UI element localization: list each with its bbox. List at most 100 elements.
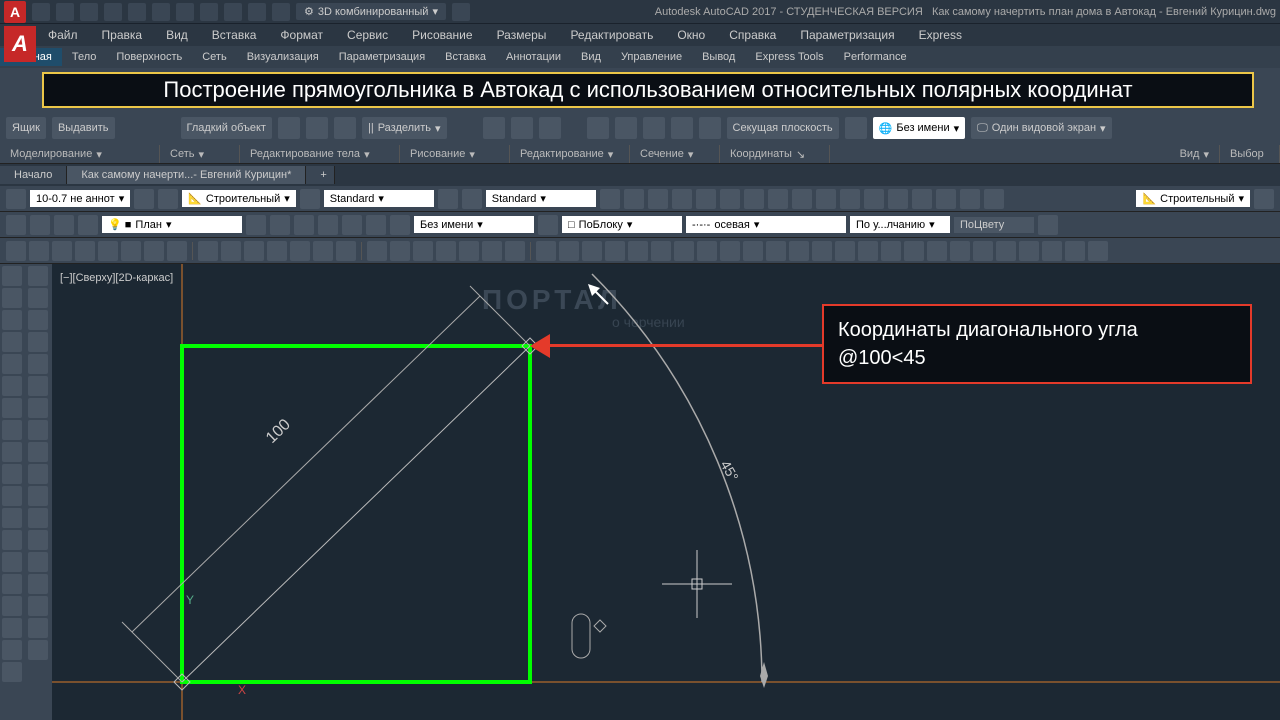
ltb-ic[interactable] [2,618,22,638]
qat-save-icon[interactable] [80,3,98,21]
tab-mesh[interactable]: Сеть [192,48,236,66]
layer-ic1[interactable] [6,215,26,235]
tb-ic[interactable] [52,241,72,261]
ltb-ic[interactable] [2,662,22,682]
ellipse-icon[interactable] [2,376,22,396]
ltb-ic[interactable] [2,552,22,572]
ly-ic[interactable] [342,215,362,235]
panel-draw[interactable]: Рисование ▾ [400,145,510,163]
tb-ic[interactable] [75,241,95,261]
pr-ic[interactable] [888,189,908,209]
ltb2-ic[interactable] [28,574,48,594]
pr-ic[interactable] [936,189,956,209]
tb-ic[interactable] [198,241,218,261]
menu-modify[interactable]: Редактировать [562,26,661,44]
tb-ic[interactable] [973,241,993,261]
split-button[interactable]: || Разделить ▾ [362,117,447,139]
ly-ic[interactable] [390,215,410,235]
menu-express[interactable]: Express [911,26,970,44]
mirror-icon[interactable] [28,354,48,374]
lineweight-combo[interactable]: По у...лчанию ▾ [850,216,950,233]
smooth-button[interactable]: Гладкий объект [181,117,272,139]
linetype-combo[interactable]: -·-·- осевая ▾ [686,216,846,233]
panel-select[interactable]: Выбор [1220,145,1280,163]
tab-perf[interactable]: Performance [834,48,917,66]
ltb2-ic[interactable] [28,508,48,528]
qat-open-icon[interactable] [56,3,74,21]
ribbon-ic12[interactable] [845,117,867,139]
tab-output[interactable]: Вывод [692,48,745,66]
menu-draw[interactable]: Рисование [404,26,480,44]
tab-visualize[interactable]: Визуализация [237,48,329,66]
pr-ic[interactable] [864,189,884,209]
ly-ic[interactable] [270,215,290,235]
panel-view[interactable]: Вид ▾ [830,145,1220,163]
menu-view[interactable]: Вид [158,26,196,44]
pr-ic[interactable] [840,189,860,209]
fillet-icon[interactable] [28,442,48,462]
tb-ic[interactable] [996,241,1016,261]
panel-coords[interactable]: Координаты ↘ [720,145,830,163]
tb-ic[interactable] [651,241,671,261]
ltb2-ic[interactable] [28,552,48,572]
ly-ic[interactable] [246,215,266,235]
ly-ic[interactable] [318,215,338,235]
pr-ic[interactable] [816,189,836,209]
app-menu-icon[interactable]: A [4,26,36,62]
tb-ic[interactable] [390,241,410,261]
rotate-icon[interactable] [28,310,48,330]
pr-ic[interactable] [744,189,764,209]
mleader-style-combo[interactable]: 📐 Строительный ▾ [1136,190,1250,207]
layer-ic4[interactable] [78,215,98,235]
ltb-ic[interactable] [2,530,22,550]
text-icon[interactable] [2,464,22,484]
tb-ic[interactable] [628,241,648,261]
qat-btn4-icon[interactable] [272,3,290,21]
section-button[interactable]: Секущая плоскость [727,117,839,139]
tb-ic[interactable] [459,241,479,261]
pr-ic[interactable] [768,189,788,209]
extend-icon[interactable] [28,398,48,418]
ltb-ic[interactable] [2,486,22,506]
tb-ic[interactable] [559,241,579,261]
prop-ic5[interactable] [462,189,482,209]
prop-ic2[interactable] [158,189,178,209]
tb-ic[interactable] [766,241,786,261]
layer-ic2[interactable] [30,215,50,235]
tb-ic[interactable] [812,241,832,261]
ribbon-ic10[interactable] [671,117,693,139]
plotstyle-combo[interactable]: ПоЦвету [954,217,1034,233]
ltb-ic[interactable] [2,596,22,616]
pr-ic[interactable] [696,189,716,209]
ribbon-ic8[interactable] [615,117,637,139]
scale-icon[interactable] [28,332,48,352]
prop-ic1[interactable] [134,189,154,209]
tb-ic[interactable] [536,241,556,261]
copy-icon[interactable] [28,288,48,308]
viewport-button[interactable]: 🖵 Один видовой экран ▾ [971,117,1111,139]
ly-ic2[interactable] [538,215,558,235]
pr-ic[interactable] [984,189,1004,209]
spline-icon[interactable] [2,398,22,418]
tb-ic[interactable] [29,241,49,261]
panel-editbody[interactable]: Редактирование тела ▾ [240,145,400,163]
panel-modeling[interactable]: Моделирование ▾ [0,145,160,163]
file-tab-add[interactable]: + [306,166,335,184]
tb-ic[interactable] [413,241,433,261]
ribbon-ic1[interactable] [278,117,300,139]
ltb-ic[interactable] [2,508,22,528]
tb-ic[interactable] [720,241,740,261]
color-combo[interactable]: □ ПоБлоку ▾ [562,216,682,233]
tb-ic[interactable] [1088,241,1108,261]
qat-btn3-icon[interactable] [248,3,266,21]
menu-help[interactable]: Справка [721,26,784,44]
tb-ic[interactable] [1042,241,1062,261]
ribbon-ic2[interactable] [306,117,328,139]
ltb2-ic[interactable] [28,530,48,550]
line-icon[interactable] [2,266,22,286]
tb-ic[interactable] [927,241,947,261]
panel-mesh[interactable]: Сеть ▾ [160,145,240,163]
tb-ic[interactable] [290,241,310,261]
tb-ic[interactable] [436,241,456,261]
tb-ic[interactable] [313,241,333,261]
